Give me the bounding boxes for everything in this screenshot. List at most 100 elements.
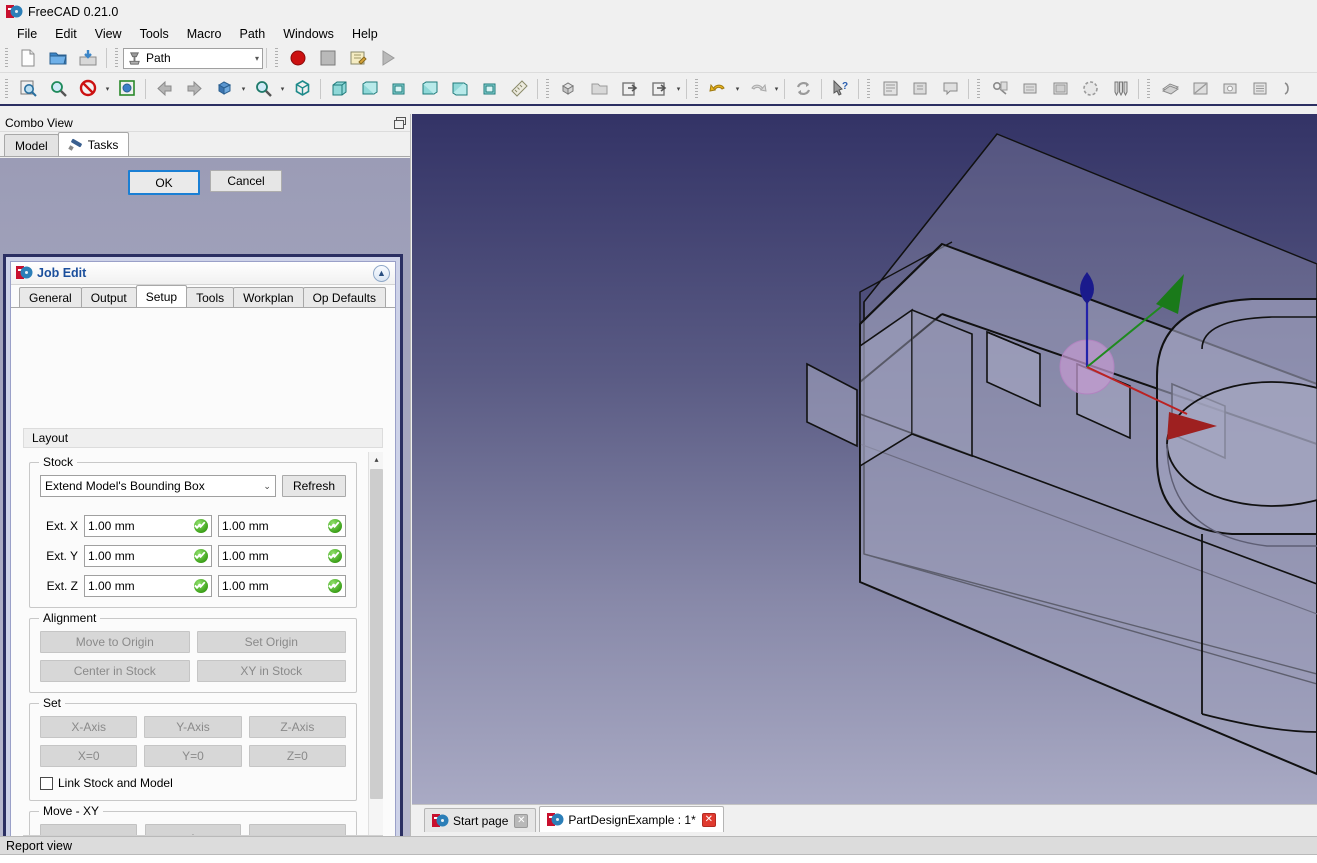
view-left-icon[interactable] bbox=[474, 76, 504, 101]
box-selection-icon[interactable] bbox=[112, 76, 142, 101]
new-document-icon[interactable] bbox=[13, 46, 43, 71]
open-document-icon[interactable] bbox=[43, 46, 73, 71]
chevron-up-double-icon[interactable]: ▲ bbox=[373, 264, 390, 282]
path-postprocess-icon[interactable] bbox=[905, 76, 935, 101]
ext-x-max-input[interactable]: 1.00 mm bbox=[218, 515, 346, 537]
view-rear-icon[interactable] bbox=[414, 76, 444, 101]
toolbar-grip[interactable] bbox=[3, 78, 10, 99]
menu-view[interactable]: View bbox=[86, 25, 131, 43]
macro-edit-icon[interactable] bbox=[343, 46, 373, 71]
toolbar-grip[interactable] bbox=[865, 78, 872, 99]
set-x-axis-button[interactable]: X-Axis bbox=[40, 716, 138, 738]
ext-y-min-input[interactable]: 1.00 mm bbox=[84, 545, 212, 567]
link-stock-model-row[interactable]: Link Stock and Model bbox=[40, 776, 346, 790]
center-in-stock-button[interactable]: Center in Stock bbox=[40, 660, 190, 682]
create-part-icon[interactable] bbox=[554, 76, 584, 101]
tab-output[interactable]: Output bbox=[80, 287, 137, 307]
menu-macro[interactable]: Macro bbox=[178, 25, 231, 43]
whats-this-icon[interactable]: ? bbox=[825, 76, 855, 101]
3d-viewport[interactable] bbox=[412, 114, 1317, 804]
tab-tasks[interactable]: Tasks bbox=[57, 132, 130, 156]
view-box-icon[interactable] bbox=[209, 76, 239, 101]
path-job-icon[interactable] bbox=[875, 76, 905, 101]
view-top-icon[interactable] bbox=[354, 76, 384, 101]
macro-execute-icon[interactable] bbox=[373, 46, 403, 71]
scrollbar-thumb[interactable] bbox=[370, 469, 383, 799]
tab-setup[interactable]: Setup bbox=[135, 285, 188, 307]
xy-in-stock-button[interactable]: XY in Stock bbox=[196, 660, 346, 682]
path-pocket-icon[interactable] bbox=[1015, 76, 1045, 101]
toolbar-grip[interactable] bbox=[693, 78, 700, 99]
set-y-axis-button[interactable]: Y-Axis bbox=[144, 716, 242, 738]
ext-z-min-input[interactable]: 1.00 mm bbox=[84, 575, 212, 597]
menu-path[interactable]: Path bbox=[231, 25, 275, 43]
workbench-selector[interactable]: Path ▾ bbox=[123, 47, 263, 69]
save-document-icon[interactable] bbox=[73, 46, 103, 71]
set-z-zero-button[interactable]: Z=0 bbox=[248, 745, 346, 767]
chevron-down-icon[interactable]: ▾ bbox=[772, 76, 781, 101]
fit-all-icon[interactable] bbox=[13, 76, 43, 101]
create-group-icon[interactable] bbox=[584, 76, 614, 101]
move-to-origin-button[interactable]: Move to Origin bbox=[40, 631, 190, 653]
chevron-down-icon[interactable]: ▾ bbox=[674, 76, 683, 101]
chevron-down-icon[interactable]: ▾ bbox=[278, 76, 287, 101]
path-3d-pocket-icon[interactable] bbox=[1155, 76, 1185, 101]
scroll-up-icon[interactable]: ▴ bbox=[369, 452, 383, 467]
setup-vertical-scrollbar[interactable]: ▴ ▾ bbox=[368, 452, 383, 863]
macro-stop-icon[interactable] bbox=[313, 46, 343, 71]
path-adaptive-icon[interactable] bbox=[1185, 76, 1215, 101]
report-view-body[interactable] bbox=[0, 855, 1317, 863]
tab-tools[interactable]: Tools bbox=[186, 287, 235, 307]
tab-workplan[interactable]: Workplan bbox=[233, 287, 304, 307]
view-front-icon[interactable] bbox=[324, 76, 354, 101]
stock-type-select[interactable]: Extend Model's Bounding Box ⌄ bbox=[40, 475, 276, 497]
refresh-icon[interactable] bbox=[788, 76, 818, 101]
menu-edit[interactable]: Edit bbox=[46, 25, 86, 43]
toolbar-grip[interactable] bbox=[113, 48, 120, 68]
tab-model[interactable]: Model bbox=[4, 134, 59, 156]
set-origin-button[interactable]: Set Origin bbox=[196, 631, 346, 653]
toolbar-grip[interactable] bbox=[975, 78, 982, 99]
draw-style-icon[interactable] bbox=[73, 76, 103, 101]
close-icon[interactable]: ✕ bbox=[514, 813, 529, 828]
nav-back-icon[interactable] bbox=[149, 76, 179, 101]
chevron-down-icon[interactable]: ▾ bbox=[103, 76, 112, 101]
fit-selection-icon[interactable] bbox=[43, 76, 73, 101]
link-make-icon[interactable] bbox=[614, 76, 644, 101]
undo-icon[interactable] bbox=[703, 76, 733, 101]
close-icon[interactable]: ✕ bbox=[701, 812, 716, 827]
toolbar-grip[interactable] bbox=[3, 48, 10, 68]
path-slot-icon[interactable] bbox=[1245, 76, 1275, 101]
menu-tools[interactable]: Tools bbox=[131, 25, 178, 43]
path-profile-icon[interactable] bbox=[985, 76, 1015, 101]
ext-z-max-input[interactable]: 1.00 mm bbox=[218, 575, 346, 597]
set-z-axis-button[interactable]: Z-Axis bbox=[248, 716, 346, 738]
set-x-zero-button[interactable]: X=0 bbox=[40, 745, 138, 767]
undock-icon[interactable] bbox=[394, 117, 406, 129]
chevron-down-icon[interactable]: ▾ bbox=[733, 76, 742, 101]
view-right-icon[interactable] bbox=[384, 76, 414, 101]
toolbar-grip[interactable] bbox=[1145, 78, 1152, 99]
path-inspect-icon[interactable] bbox=[935, 76, 965, 101]
path-more-icon[interactable] bbox=[1275, 76, 1305, 101]
document-tab-start-page[interactable]: Start page ✕ bbox=[424, 808, 537, 832]
menu-file[interactable]: File bbox=[8, 25, 46, 43]
document-tab-partdesignexample[interactable]: PartDesignExample : 1* ✕ bbox=[539, 806, 724, 832]
menu-help[interactable]: Help bbox=[343, 25, 387, 43]
toolbar-grip[interactable] bbox=[273, 48, 280, 68]
macro-record-icon[interactable] bbox=[283, 46, 313, 71]
path-helix-icon[interactable] bbox=[1075, 76, 1105, 101]
path-surface-icon[interactable] bbox=[1045, 76, 1075, 101]
measure-icon[interactable] bbox=[504, 76, 534, 101]
nav-forward-icon[interactable] bbox=[179, 76, 209, 101]
link-stock-model-checkbox[interactable] bbox=[40, 776, 53, 790]
path-engrave-icon[interactable] bbox=[1215, 76, 1245, 101]
zoom-icon[interactable] bbox=[248, 76, 278, 101]
tab-general[interactable]: General bbox=[19, 287, 82, 307]
ext-x-min-input[interactable]: 1.00 mm bbox=[84, 515, 212, 537]
redo-icon[interactable] bbox=[742, 76, 772, 101]
toolbar-grip[interactable] bbox=[544, 78, 551, 99]
view-bottom-icon[interactable] bbox=[444, 76, 474, 101]
chevron-down-icon[interactable]: ▾ bbox=[239, 76, 248, 101]
cancel-button[interactable]: Cancel bbox=[210, 170, 282, 192]
